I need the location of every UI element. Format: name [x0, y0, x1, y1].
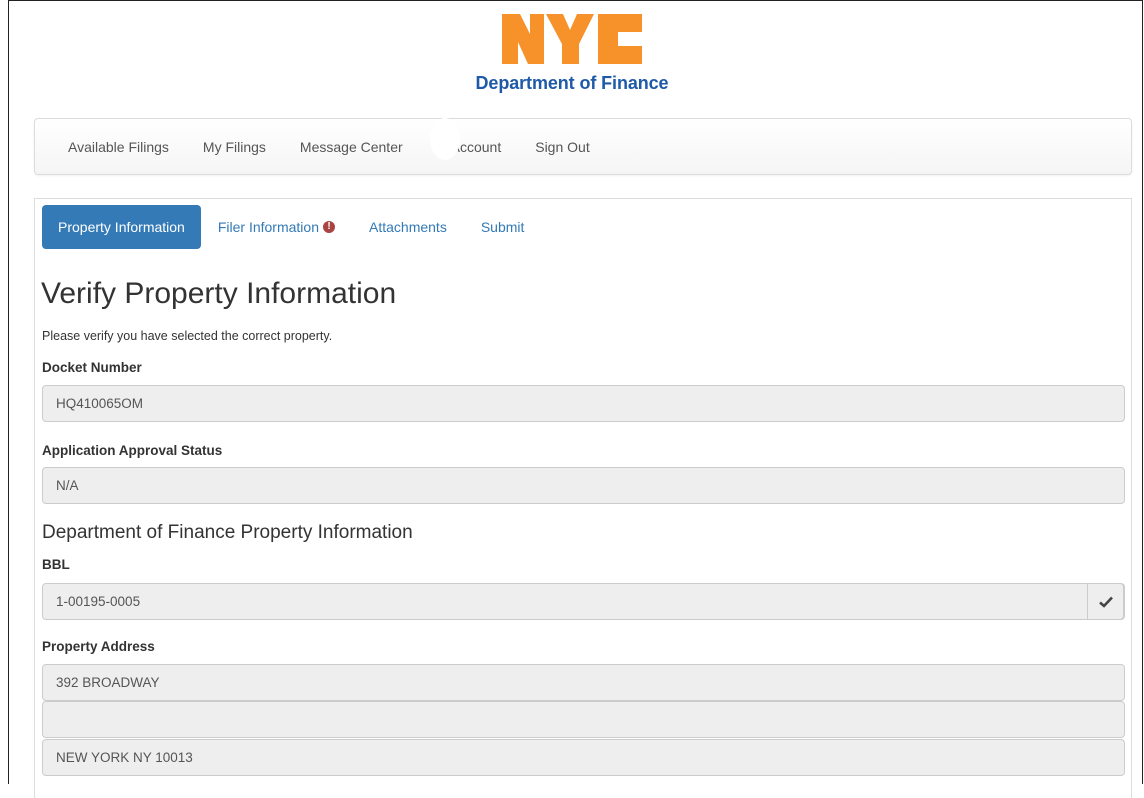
property-address-label: Property Address — [42, 639, 155, 654]
main-navbar: Available Filings My Filings Message Cen… — [34, 118, 1132, 175]
tab-property-information[interactable]: Property Information — [42, 205, 201, 249]
approval-status-label: Application Approval Status — [42, 443, 223, 458]
nav-overlay-artifact — [430, 118, 460, 160]
bbl-field[interactable]: 1-00195-0005 — [42, 583, 1125, 620]
nav-available-filings[interactable]: Available Filings — [68, 139, 169, 155]
docket-number-field[interactable]: HQ410065OM — [42, 385, 1125, 422]
filing-tabs: Property Information Filer Information !… — [42, 205, 541, 249]
tab-label: Attachments — [369, 219, 447, 235]
address-line-2-field[interactable] — [42, 701, 1125, 738]
tab-label: Submit — [480, 219, 525, 235]
page-title: Verify Property Information — [41, 277, 397, 310]
bbl-value: 1-00195-0005 — [56, 594, 141, 609]
check-icon — [1098, 596, 1113, 608]
site-header: Department of Finance — [0, 8, 1144, 94]
docket-number-label: Docket Number — [42, 360, 142, 375]
approval-status-field[interactable]: N/A — [42, 467, 1125, 504]
bbl-label: BBL — [42, 557, 70, 572]
exclamation-circle-icon: ! — [323, 221, 335, 233]
bbl-verified-addon — [1087, 583, 1124, 620]
nyc-logo[interactable] — [500, 8, 644, 70]
address-line-3-field[interactable]: NEW YORK NY 10013 — [42, 739, 1125, 776]
property-info-section-title: Department of Finance Property Informati… — [42, 522, 413, 543]
address-line-1-field[interactable]: 392 BROADWAY — [42, 664, 1125, 701]
nav-sign-out[interactable]: Sign Out — [535, 139, 589, 155]
department-name: Department of Finance — [475, 73, 669, 93]
content-panel: Property Information Filer Information !… — [34, 198, 1132, 798]
tab-label: Filer Information — [217, 219, 319, 235]
tab-filer-information[interactable]: Filer Information ! — [201, 205, 352, 249]
tab-submit[interactable]: Submit — [464, 205, 542, 249]
nav-message-center[interactable]: Message Center — [300, 139, 403, 155]
tab-attachments[interactable]: Attachments — [352, 205, 464, 249]
tab-label: Property Information — [58, 219, 185, 235]
page-subtitle: Please verify you have selected the corr… — [42, 329, 333, 343]
nav-my-filings[interactable]: My Filings — [203, 139, 266, 155]
